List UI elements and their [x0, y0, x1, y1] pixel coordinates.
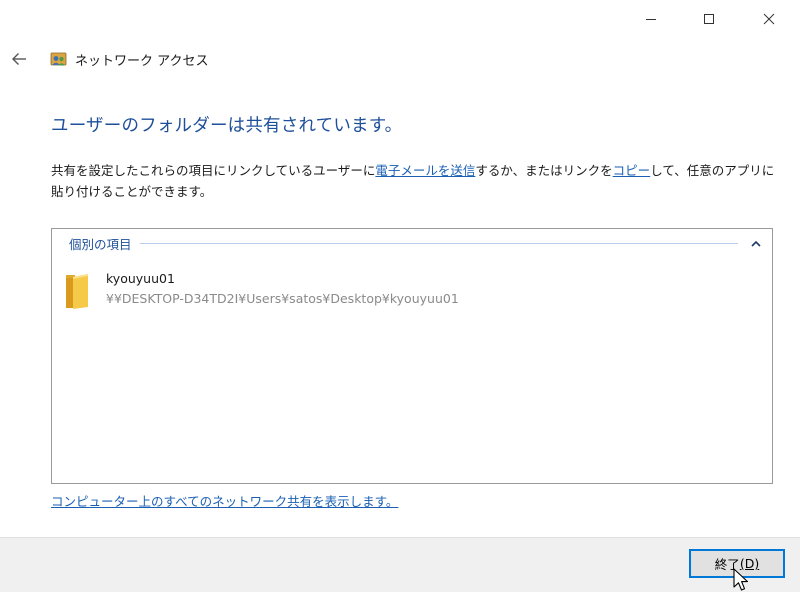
window-title: ネットワーク アクセス [75, 54, 209, 69]
group-divider [139, 242, 738, 244]
footer: 終了 (D) [0, 537, 800, 592]
minimize-button[interactable] [628, 0, 674, 38]
network-access-icon [50, 52, 67, 66]
finish-button[interactable]: 終了 (D) [689, 549, 785, 578]
page-heading: ユーザーのフォルダーは共有されています。 [51, 116, 403, 136]
description-part1: 共有を設定したこれらの項目にリンクしているユーザーに [51, 163, 376, 178]
show-all-shares-link[interactable]: コンピューター上のすべてのネットワーク共有を表示します。 [51, 491, 398, 510]
group-header: 個別の項目 [69, 234, 764, 252]
group-collapse-button[interactable] [748, 235, 764, 251]
copy-link[interactable]: コピー [613, 163, 651, 178]
finish-accesskey: (D) [739, 556, 760, 571]
description-part2: するか、またはリンクを [475, 163, 613, 178]
maximize-button[interactable] [686, 0, 732, 38]
shared-items-list: 個別の項目 kyouyuu01 ¥¥DESKTOP-D34TD2I¥Users¥… [51, 228, 773, 484]
description-text: 共有を設定したこれらの項目にリンクしているユーザーに電子メールを送信するか、また… [51, 160, 781, 202]
close-button[interactable] [746, 0, 792, 38]
finish-label: 終了 [714, 557, 740, 572]
item-path: ¥¥DESKTOP-D34TD2I¥Users¥satos¥Desktop¥ky… [106, 291, 459, 306]
back-arrow-icon [12, 53, 26, 65]
group-label: 個別の項目 [69, 236, 132, 252]
back-button[interactable] [6, 46, 32, 72]
network-access-window: ネットワーク アクセス ユーザーのフォルダーは共有されています。 共有を設定した… [0, 0, 800, 592]
minimize-icon [646, 19, 656, 20]
maximize-icon [704, 14, 714, 24]
list-item[interactable]: kyouyuu01 ¥¥DESKTOP-D34TD2I¥Users¥satos¥… [62, 271, 522, 311]
send-email-link[interactable]: 電子メールを送信 [375, 163, 475, 178]
close-icon [763, 13, 775, 25]
item-name: kyouyuu01 [106, 271, 175, 286]
chevron-up-icon [751, 240, 761, 247]
folder-icon [66, 274, 88, 309]
